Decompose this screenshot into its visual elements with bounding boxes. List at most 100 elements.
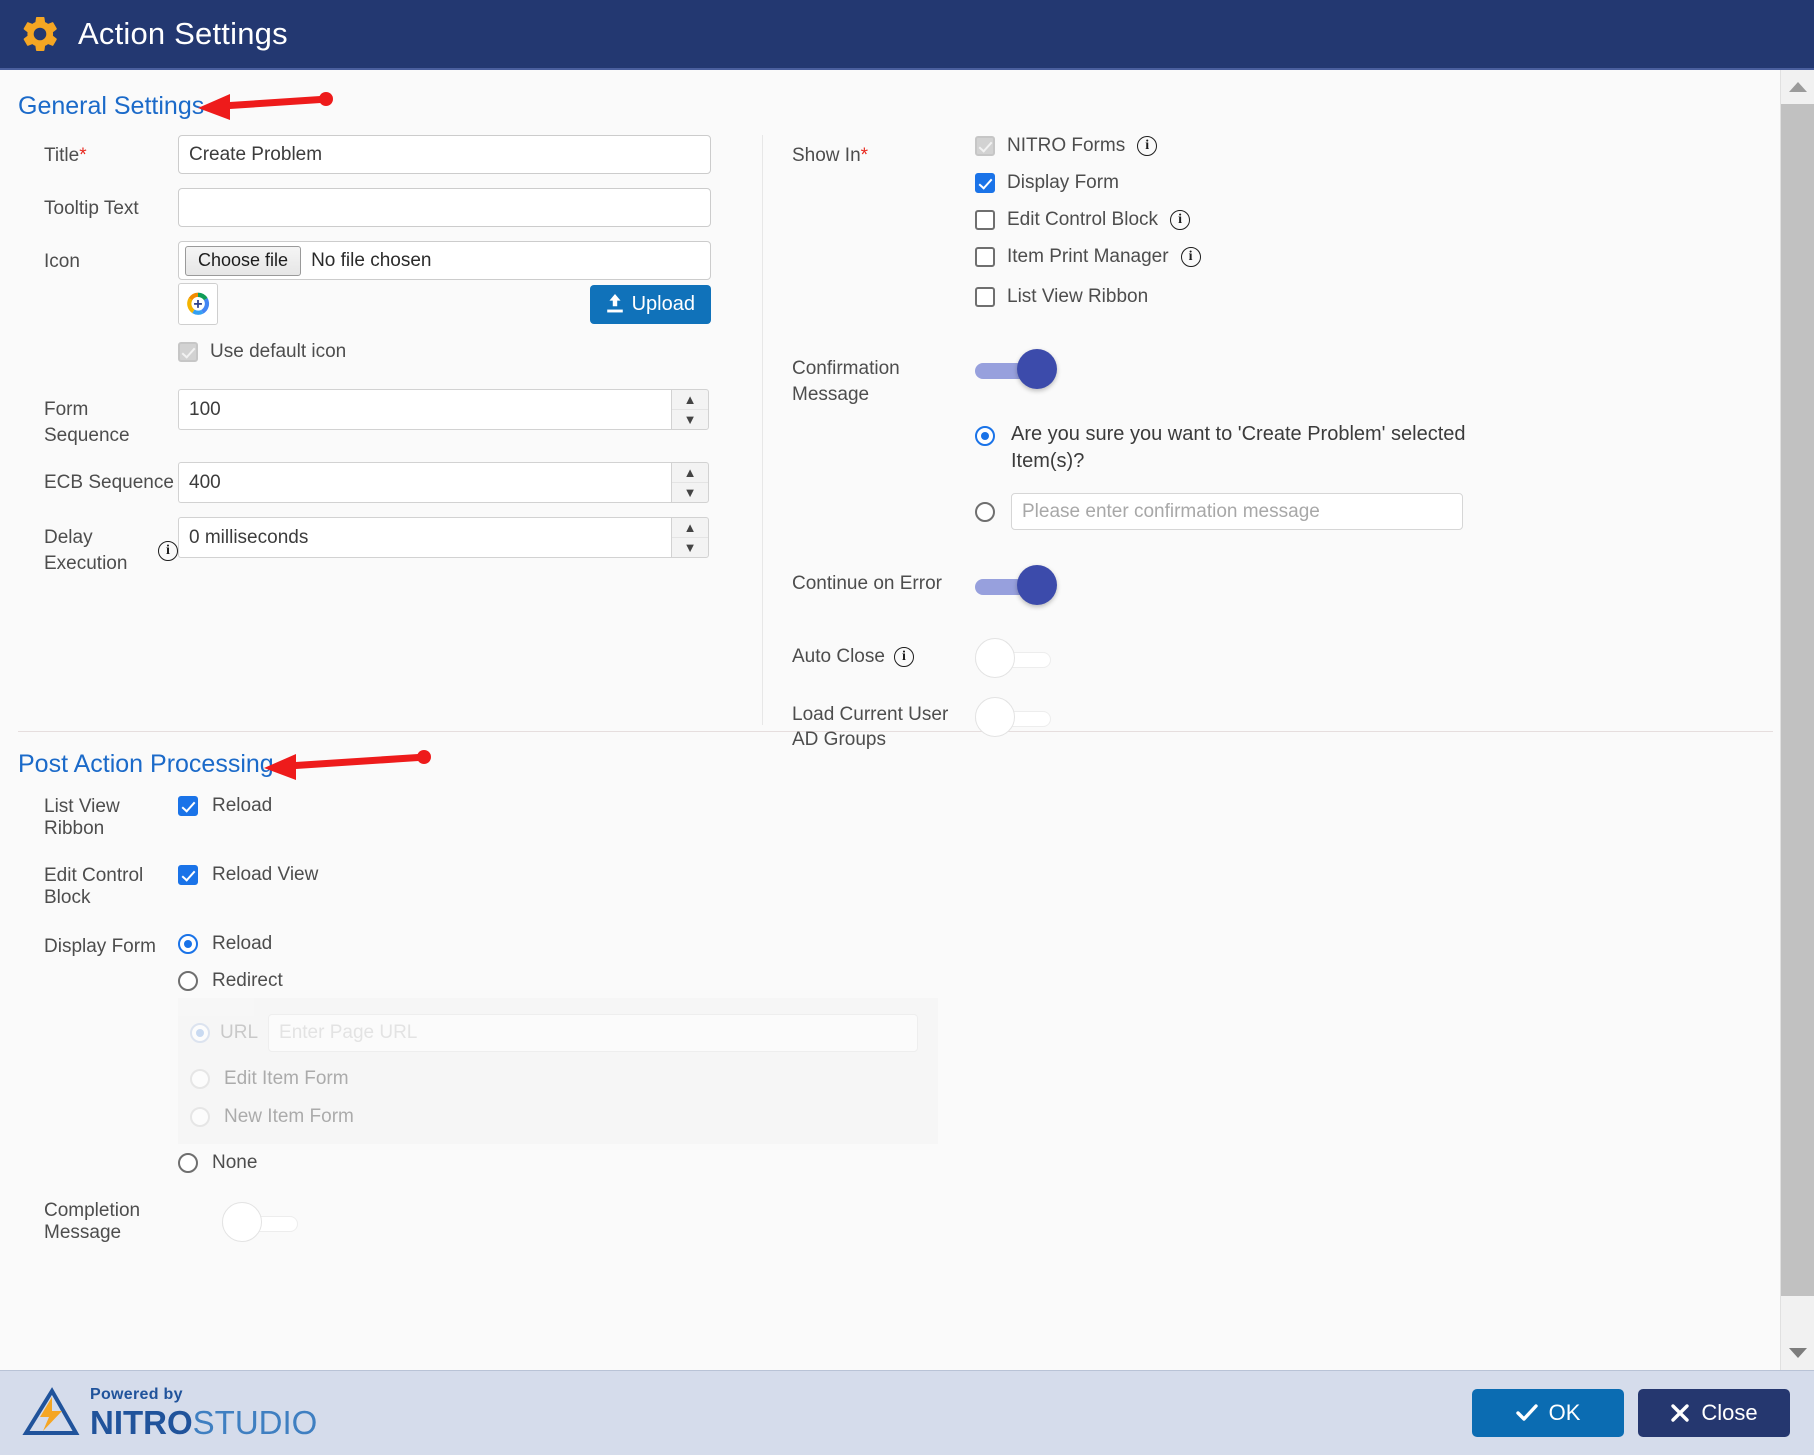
pap-redirect-radio[interactable] bbox=[178, 971, 198, 991]
pap-display-form-redirect-option[interactable]: Redirect bbox=[178, 970, 938, 992]
ecb-sequence-input[interactable] bbox=[178, 462, 671, 504]
spin-up-icon[interactable]: ▲ bbox=[672, 463, 708, 484]
show-in-list-view-ribbon[interactable]: List View Ribbon bbox=[975, 286, 1201, 308]
logo-powered-by: Powered by bbox=[90, 1386, 183, 1403]
upload-label: Upload bbox=[631, 292, 695, 315]
form-sequence-stepper[interactable]: ▲ ▼ bbox=[178, 389, 709, 430]
upload-button[interactable]: Upload bbox=[589, 284, 711, 324]
pap-list-view-ribbon-option-label: Reload bbox=[212, 795, 273, 816]
confirmation-default-radio[interactable] bbox=[975, 426, 995, 447]
redirect-url-input[interactable] bbox=[268, 1014, 919, 1052]
continue-on-error-toggle[interactable] bbox=[975, 565, 1057, 606]
info-icon[interactable]: i bbox=[1137, 136, 1158, 156]
display-form-checkbox[interactable] bbox=[975, 173, 995, 193]
pap-reload-radio[interactable] bbox=[178, 934, 198, 954]
show-in-edit-control-block[interactable]: Edit Control Block i bbox=[975, 209, 1201, 231]
show-in-row: Show In* NITRO Forms i Display Form Edit… bbox=[790, 135, 1750, 308]
spin-down-icon[interactable]: ▼ bbox=[672, 410, 708, 429]
completion-message-toggle[interactable] bbox=[222, 1202, 304, 1242]
confirmation-message-label: Confirmation Message bbox=[792, 358, 900, 405]
load-ad-groups-row: Load Current User AD Groups bbox=[790, 696, 1750, 753]
upload-icon bbox=[606, 294, 623, 313]
delay-execution-label: Delay Execution bbox=[44, 527, 128, 574]
info-icon[interactable]: i bbox=[158, 540, 178, 561]
footer-buttons: OK Close bbox=[1472, 1389, 1790, 1437]
pap-display-form-reload-option[interactable]: Reload bbox=[178, 933, 938, 955]
ecb-sequence-stepper[interactable]: ▲ ▼ bbox=[178, 462, 709, 504]
pap-display-form-row: Display Form Reload Redirect URL Enter P… bbox=[0, 933, 1200, 1174]
scrollbar-thumb[interactable] bbox=[1781, 104, 1814, 1296]
pap-edit-control-block-checkbox[interactable] bbox=[178, 865, 198, 885]
load-ad-groups-toggle[interactable] bbox=[975, 696, 1057, 737]
form-sequence-input[interactable] bbox=[178, 389, 671, 430]
show-in-item-print-manager[interactable]: Item Print Manager i bbox=[975, 246, 1201, 268]
file-picker[interactable]: Choose file No file chosen bbox=[178, 241, 711, 280]
tooltip-input[interactable] bbox=[178, 188, 711, 227]
scroll-down-button[interactable] bbox=[1781, 1336, 1814, 1370]
confirmation-message-row: Confirmation Message bbox=[790, 349, 1750, 407]
dialog-titlebar: Action Settings bbox=[0, 0, 1814, 70]
redirect-edit-item-form-radio[interactable] bbox=[190, 1069, 210, 1089]
show-in-nitro-forms[interactable]: NITRO Forms i bbox=[975, 135, 1201, 157]
info-icon[interactable]: i bbox=[893, 646, 914, 667]
redirect-edit-item-form-option[interactable]: Edit Item Form bbox=[190, 1068, 938, 1090]
info-icon[interactable]: i bbox=[1180, 247, 1201, 267]
edit-control-block-checkbox[interactable] bbox=[975, 210, 995, 230]
display-form-label: Display Form bbox=[1007, 172, 1119, 193]
show-in-display-form[interactable]: Display Form bbox=[975, 172, 1201, 194]
spin-down-icon[interactable]: ▼ bbox=[672, 538, 708, 557]
load-ad-groups-label: Load Current User AD Groups bbox=[792, 703, 949, 751]
chevron-up-icon bbox=[1789, 82, 1807, 92]
spin-up-icon[interactable]: ▲ bbox=[672, 518, 708, 539]
delay-execution-stepper[interactable]: ▲ ▼ bbox=[178, 517, 709, 559]
general-settings-left-column: Title* Tooltip Text Icon Choose file No … bbox=[0, 135, 760, 591]
form-sequence-spin-buttons[interactable]: ▲ ▼ bbox=[671, 389, 709, 430]
annotation-arrow-general bbox=[198, 92, 333, 120]
use-default-icon-checkbox[interactable] bbox=[178, 342, 198, 362]
pap-list-view-ribbon-option[interactable]: Reload bbox=[178, 795, 272, 817]
spin-up-icon[interactable]: ▲ bbox=[672, 390, 708, 410]
scroll-up-button[interactable] bbox=[1781, 70, 1814, 104]
redirect-url-radio[interactable] bbox=[190, 1023, 210, 1043]
pap-edit-control-block-option[interactable]: Reload View bbox=[178, 864, 318, 886]
spin-down-icon[interactable]: ▼ bbox=[672, 483, 708, 502]
nitro-forms-checkbox[interactable] bbox=[975, 136, 995, 156]
pap-none-radio[interactable] bbox=[178, 1153, 198, 1173]
pap-display-form-none-option[interactable]: None bbox=[178, 1152, 938, 1174]
redirect-new-item-form-radio[interactable] bbox=[190, 1107, 210, 1127]
confirmation-message-toggle[interactable] bbox=[975, 349, 1057, 389]
delay-execution-row: Delay Execution i ▲ ▼ bbox=[0, 517, 760, 576]
redirect-new-item-form-label: New Item Form bbox=[224, 1106, 354, 1127]
title-input[interactable] bbox=[178, 135, 711, 174]
icon-label: Icon bbox=[44, 251, 80, 272]
confirmation-custom-option[interactable] bbox=[975, 493, 1750, 531]
choose-file-button[interactable]: Choose file bbox=[185, 245, 302, 276]
delay-execution-label-wrap: Delay Execution i bbox=[0, 517, 178, 576]
pap-list-view-ribbon-checkbox[interactable] bbox=[178, 796, 198, 816]
item-print-manager-checkbox[interactable] bbox=[975, 247, 995, 267]
gear-icon bbox=[18, 12, 62, 56]
delay-execution-input[interactable] bbox=[178, 517, 671, 559]
auto-close-toggle[interactable] bbox=[975, 637, 1057, 678]
use-default-icon-row[interactable]: Use default icon bbox=[178, 341, 711, 363]
action-settings-dialog: Action Settings General Settings Title* … bbox=[0, 0, 1814, 1455]
pap-list-view-ribbon-row: List View Ribbon Reload bbox=[0, 795, 1200, 840]
redirect-new-item-form-option[interactable]: New Item Form bbox=[190, 1106, 938, 1128]
pap-edit-control-block-row: Edit Control Block Reload View bbox=[0, 864, 1200, 909]
confirmation-default-option[interactable]: Are you sure you want to 'Create Problem… bbox=[975, 421, 1750, 475]
ecb-sequence-spin-buttons[interactable]: ▲ ▼ bbox=[671, 462, 709, 504]
close-button[interactable]: Close bbox=[1638, 1389, 1790, 1437]
info-icon[interactable]: i bbox=[1170, 210, 1191, 230]
edit-control-block-label: Edit Control Block bbox=[1007, 209, 1159, 230]
confirmation-default-text: Are you sure you want to 'Create Problem… bbox=[1011, 423, 1466, 473]
confirmation-custom-input[interactable] bbox=[1011, 493, 1463, 531]
icon-preview bbox=[178, 283, 218, 325]
toggle-knob bbox=[975, 696, 1015, 737]
form-sequence-row: Form Sequence ▲ ▼ bbox=[0, 389, 760, 448]
list-view-ribbon-checkbox[interactable] bbox=[975, 287, 995, 307]
redirect-url-option[interactable]: URL bbox=[190, 1014, 938, 1052]
vertical-scrollbar[interactable] bbox=[1780, 70, 1814, 1370]
ok-button[interactable]: OK bbox=[1472, 1389, 1624, 1437]
delay-execution-spin-buttons[interactable]: ▲ ▼ bbox=[671, 517, 709, 559]
confirmation-custom-radio[interactable] bbox=[975, 501, 995, 522]
